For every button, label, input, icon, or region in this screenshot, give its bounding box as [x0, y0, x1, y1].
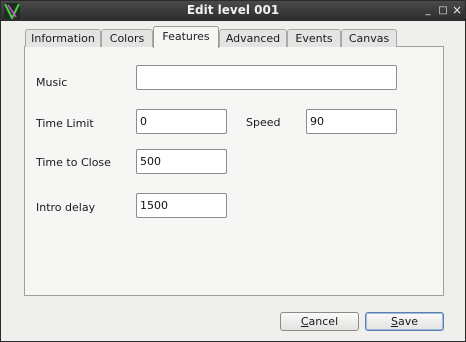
speed-field[interactable]: 90 [306, 109, 397, 134]
tab-information[interactable]: Information [25, 29, 101, 47]
intro-delay-field[interactable]: 1500 [136, 193, 227, 218]
save-label: ave [397, 315, 418, 328]
time-to-close-field[interactable]: 500 [136, 149, 227, 174]
tab-events[interactable]: Events [287, 29, 341, 47]
save-mnemonic: S [390, 315, 398, 328]
music-label: Music [36, 76, 68, 89]
time-to-close-label: Time to Close [36, 156, 111, 169]
features-panel: Music Time Limit 0 Speed 90 Time to Clos… [24, 46, 444, 296]
tab-features[interactable]: Features [153, 26, 219, 48]
close-icon[interactable]: × [451, 4, 463, 17]
tab-advanced[interactable]: Advanced [219, 29, 287, 47]
title-bar[interactable]: Edit level 001 _ □ × [1, 1, 465, 21]
speed-label: Speed [246, 116, 281, 129]
minimize-icon[interactable]: _ [422, 4, 434, 17]
maximize-icon[interactable]: □ [437, 4, 449, 17]
tab-colors[interactable]: Colors [101, 29, 153, 47]
music-field[interactable] [136, 65, 397, 90]
edit-level-dialog: Edit level 001 _ □ × Music Time Limit 0 … [0, 0, 466, 342]
time-limit-field[interactable]: 0 [136, 109, 227, 134]
cancel-button[interactable]: Cancel [280, 312, 359, 331]
intro-delay-label: Intro delay [36, 201, 96, 214]
save-button[interactable]: Save [365, 312, 444, 331]
cancel-label: ancel [308, 315, 339, 328]
tab-canvas[interactable]: Canvas [341, 29, 397, 47]
window-title: Edit level 001 [186, 3, 280, 17]
time-limit-label: Time Limit [36, 117, 94, 130]
cancel-mnemonic: C [300, 315, 309, 328]
